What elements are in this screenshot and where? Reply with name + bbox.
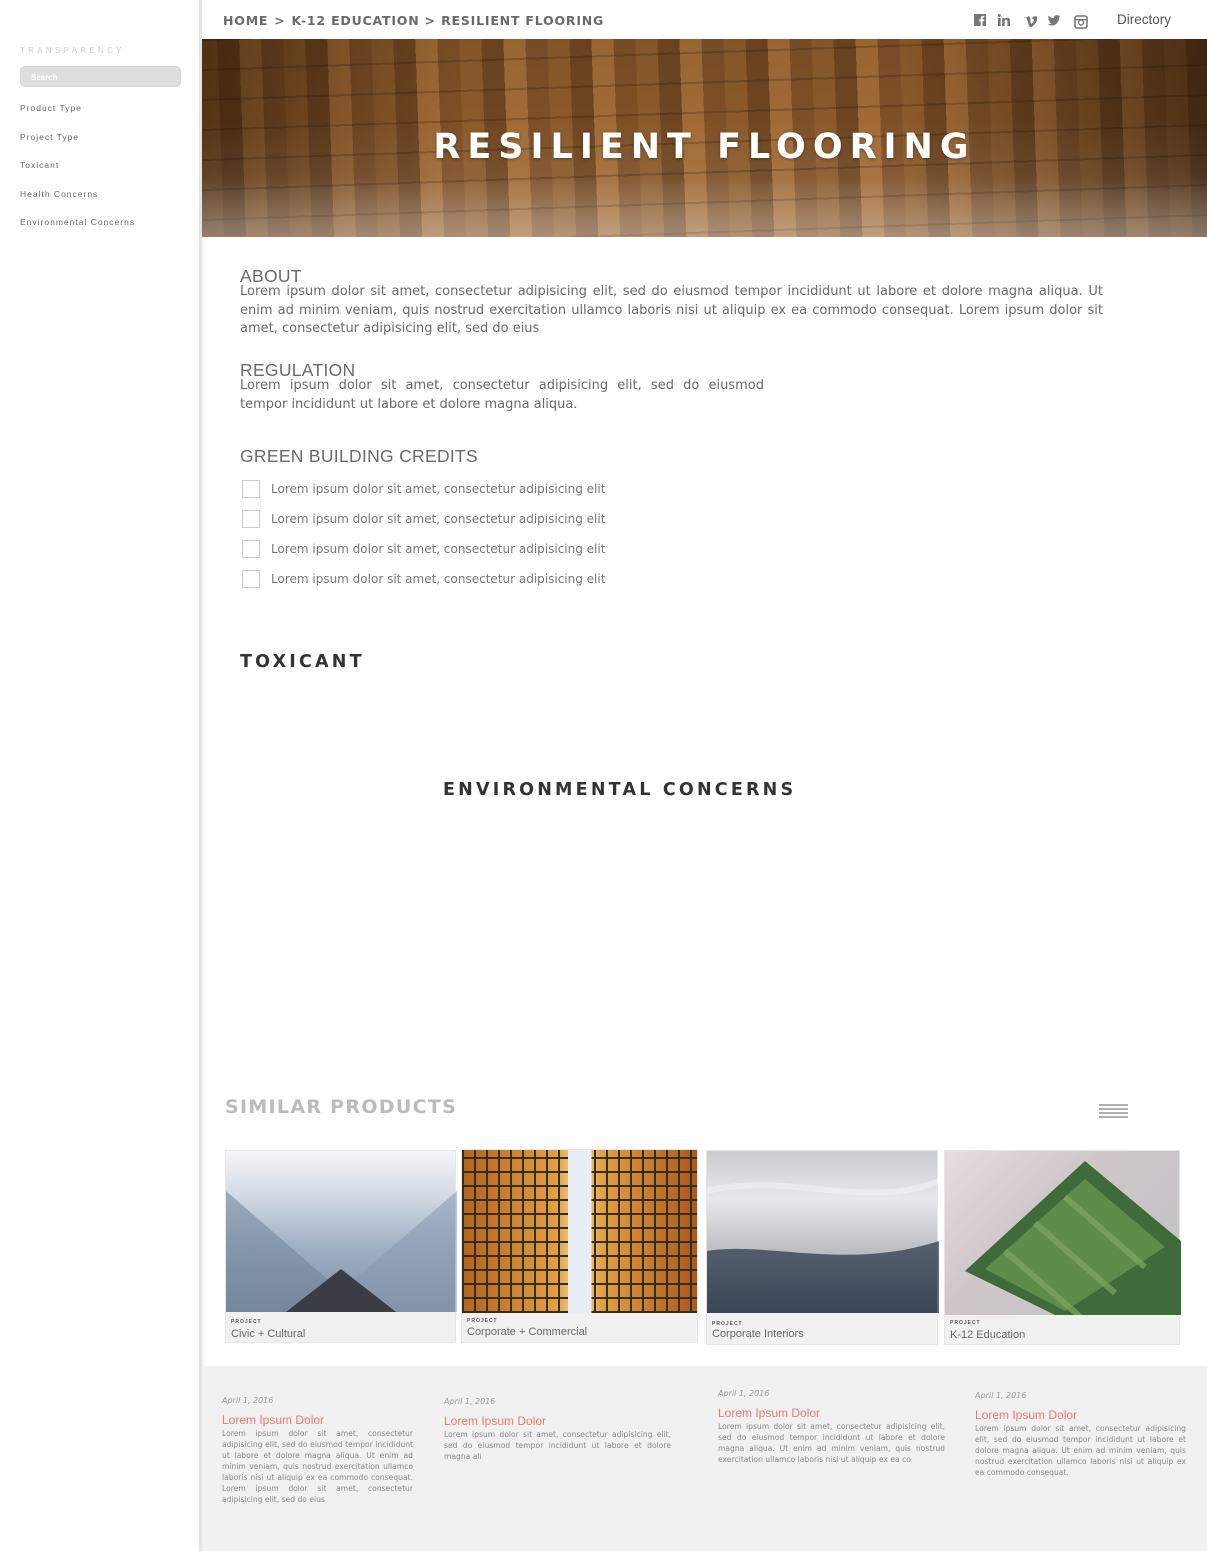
footer: April 1, 2016 Lorem Ipsum Dolor Lorem ip… xyxy=(202,1366,1207,1551)
building-photo xyxy=(226,1151,457,1312)
product-card-corporate-commercial[interactable]: PROJECT Corporate + Commercial xyxy=(461,1149,698,1343)
project-label: PROJECT xyxy=(467,1318,498,1324)
building-photo xyxy=(707,1151,939,1313)
breadcrumb-home[interactable]: HOME xyxy=(223,13,268,28)
sidebar: TRANSPARENCY Product Type Project Type T… xyxy=(0,0,202,1551)
breadcrumb-separator: > xyxy=(274,13,286,28)
project-category: Civic + Cultural xyxy=(231,1328,306,1340)
credit-checkbox[interactable] xyxy=(242,570,260,588)
credit-checkbox[interactable] xyxy=(242,540,260,558)
post-title[interactable]: Lorem Ipsum Dolor xyxy=(444,1414,671,1428)
search-box xyxy=(20,66,181,87)
brand-logo: TRANSPARENCY xyxy=(20,46,125,55)
project-label: PROJECT xyxy=(712,1321,743,1327)
project-category: Corporate + Commercial xyxy=(467,1326,588,1338)
credit-label: Lorem ipsum dolor sit amet, consectetur … xyxy=(271,512,606,526)
post-date: April 1, 2016 xyxy=(975,1391,1027,1400)
breadcrumb: HOME > K-12 EDUCATION > RESILIENT FLOORING xyxy=(223,13,604,28)
similar-products-heading: SIMILAR PRODUCTS xyxy=(225,1096,458,1118)
news-post: April 1, 2016 Lorem Ipsum Dolor Lorem ip… xyxy=(222,1396,413,1505)
top-bar: HOME > K-12 EDUCATION > RESILIENT FLOORING… xyxy=(202,0,1207,39)
linkedin-icon[interactable] xyxy=(997,13,1011,27)
environmental-concerns-heading: ENVIRONMENTAL CONCERNS xyxy=(443,780,797,800)
project-label: PROJECT xyxy=(231,1319,262,1325)
post-title[interactable]: Lorem Ipsum Dolor xyxy=(718,1406,945,1420)
page-title: RESILIENT FLOORING xyxy=(433,127,976,167)
post-date: April 1, 2016 xyxy=(718,1389,770,1398)
post-body: Lorem ipsum dolor sit amet, consectetur … xyxy=(975,1424,1186,1477)
credit-item: Lorem ipsum dolor sit amet, consectetur … xyxy=(242,480,605,498)
post-body: Lorem ipsum dolor sit amet, consectetur … xyxy=(718,1422,945,1464)
sidebar-item-environmental-concerns[interactable]: Environmental Concerns xyxy=(20,217,135,227)
toxicant-heading: TOXICANT xyxy=(240,652,365,672)
breadcrumb-current: > RESILIENT FLOORING xyxy=(424,13,605,28)
post-title[interactable]: Lorem Ipsum Dolor xyxy=(222,1413,413,1427)
credit-checkbox[interactable] xyxy=(242,480,260,498)
project-label: PROJECT xyxy=(950,1320,981,1326)
sidebar-item-project-type[interactable]: Project Type xyxy=(20,132,79,142)
credit-item: Lorem ipsum dolor sit amet, consectetur … xyxy=(242,570,605,588)
regulation-body: Lorem ipsum dolor sit amet, consectetur … xyxy=(240,378,764,412)
green-building-credits-heading: GREEN BUILDING CREDITS xyxy=(240,446,479,466)
stadium-photo xyxy=(945,1151,1181,1315)
about-body: Lorem ipsum dolor sit amet, consectetur … xyxy=(240,284,1103,336)
credit-label: Lorem ipsum dolor sit amet, consectetur … xyxy=(271,572,606,586)
breadcrumb-k12-education[interactable]: K-12 EDUCATION xyxy=(292,13,420,28)
post-date: April 1, 2016 xyxy=(222,1396,274,1405)
menu-icon[interactable] xyxy=(1099,1104,1128,1120)
sidebar-item-product-type[interactable]: Product Type xyxy=(20,103,82,113)
directory-link[interactable]: Directory xyxy=(1117,12,1177,27)
product-card-k12-education[interactable]: PROJECT K-12 Education xyxy=(944,1150,1181,1345)
credit-item: Lorem ipsum dolor sit amet, consectetur … xyxy=(242,510,605,528)
twitter-icon[interactable] xyxy=(1047,13,1061,27)
credit-label: Lorem ipsum dolor sit amet, consectetur … xyxy=(271,482,606,496)
post-title[interactable]: Lorem Ipsum Dolor xyxy=(975,1408,1186,1422)
product-card-corporate-interiors[interactable]: PROJECT Corporate Interiors xyxy=(706,1150,939,1345)
facebook-icon[interactable] xyxy=(973,13,987,27)
sidebar-item-health-concerns[interactable]: Health Concerns xyxy=(20,189,98,199)
post-body: Lorem ipsum dolor sit amet, consectetur … xyxy=(444,1430,671,1461)
post-date: April 1, 2016 xyxy=(444,1397,496,1406)
building-photo xyxy=(462,1150,697,1313)
news-post: April 1, 2016 Lorem Ipsum Dolor Lorem ip… xyxy=(975,1391,1186,1478)
search-input[interactable] xyxy=(21,68,180,87)
credit-item: Lorem ipsum dolor sit amet, consectetur … xyxy=(242,540,605,558)
project-category: Corporate Interiors xyxy=(712,1328,804,1340)
news-post: April 1, 2016 Lorem Ipsum Dolor Lorem ip… xyxy=(718,1389,945,1465)
vimeo-icon[interactable] xyxy=(1023,13,1037,27)
sidebar-item-toxicant[interactable]: Toxicant xyxy=(20,160,59,170)
instagram-icon[interactable] xyxy=(1074,15,1088,29)
hero-banner: RESILIENT FLOORING xyxy=(202,39,1207,237)
credit-checkbox[interactable] xyxy=(242,510,260,528)
news-post: April 1, 2016 Lorem Ipsum Dolor Lorem ip… xyxy=(444,1397,671,1462)
credit-label: Lorem ipsum dolor sit amet, consectetur … xyxy=(271,542,606,556)
post-body: Lorem ipsum dolor sit amet, consectetur … xyxy=(222,1429,413,1504)
project-category: K-12 Education xyxy=(950,1329,1026,1341)
product-card-civic-cultural[interactable]: PROJECT Civic + Cultural xyxy=(225,1150,457,1343)
